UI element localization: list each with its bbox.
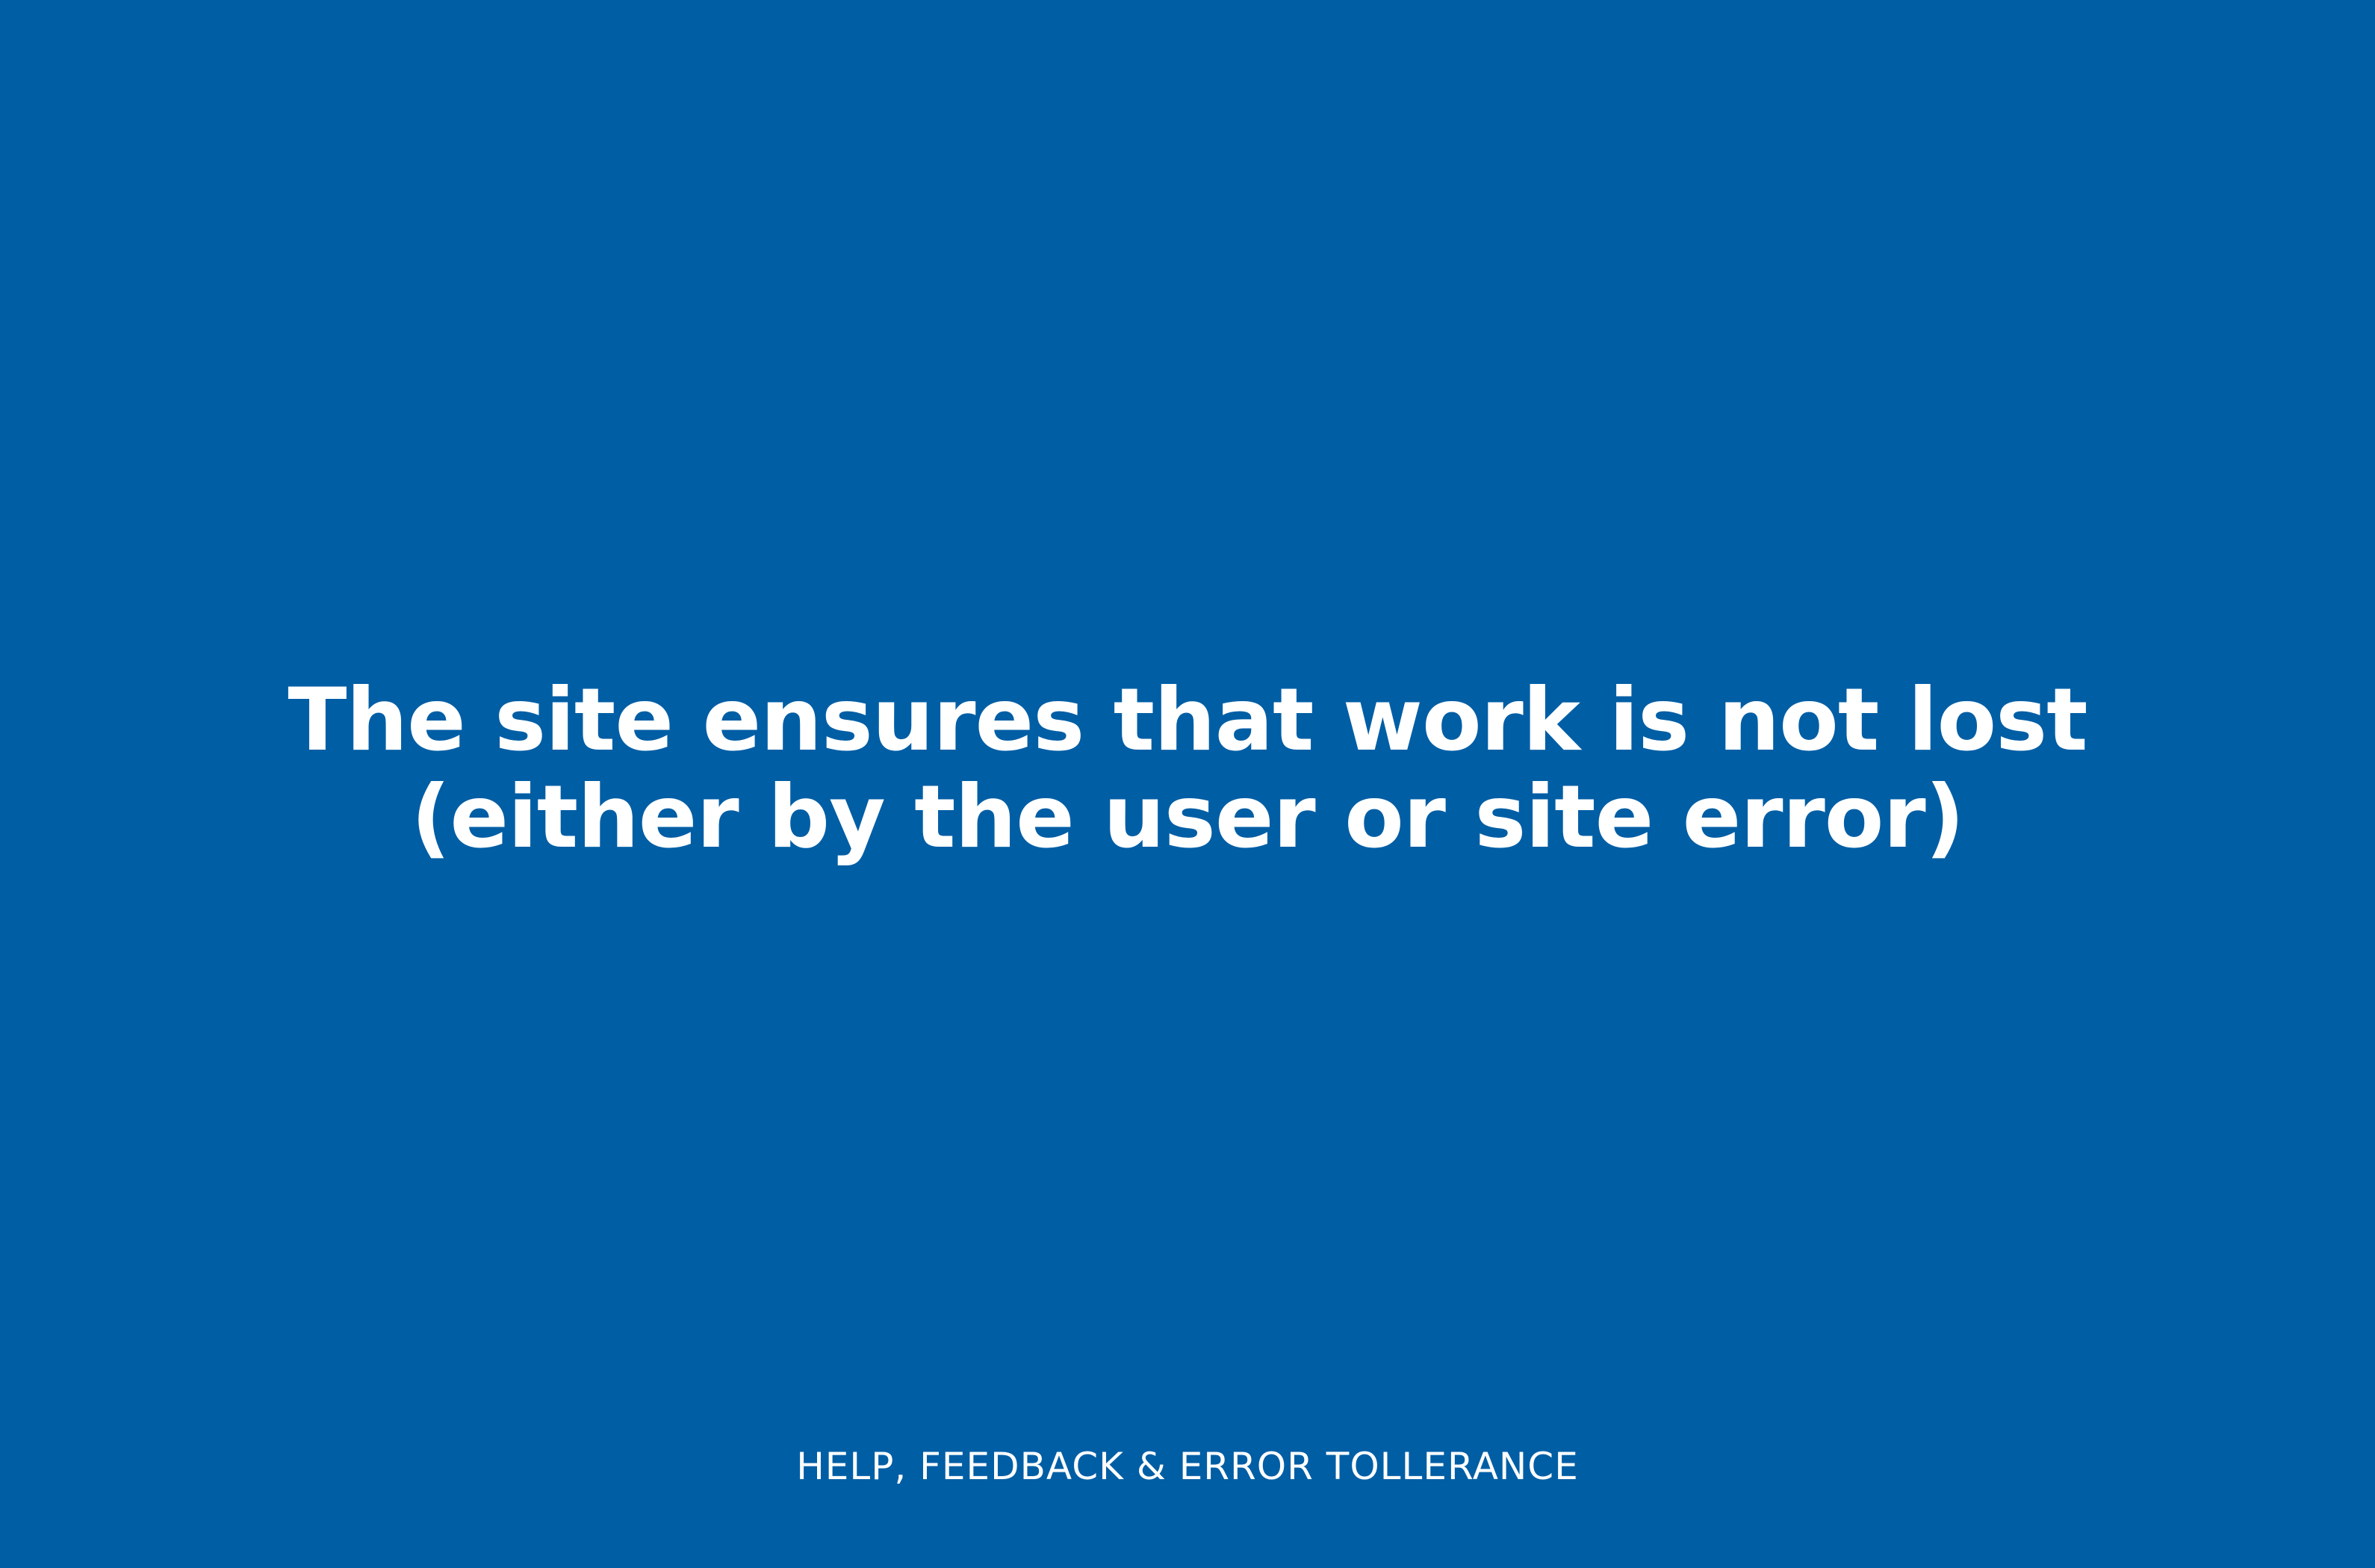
statement-line-2: (either by the user or site error) [411, 767, 1964, 868]
section-label: HELP, FEEDBACK & ERROR TOLLERANCE [796, 1445, 1579, 1488]
statement-heading: The site ensures that work is not lost (… [0, 672, 2375, 866]
statement-line-1: The site ensures that work is not lost [288, 670, 2087, 771]
slide: The site ensures that work is not lost (… [0, 0, 2375, 1568]
